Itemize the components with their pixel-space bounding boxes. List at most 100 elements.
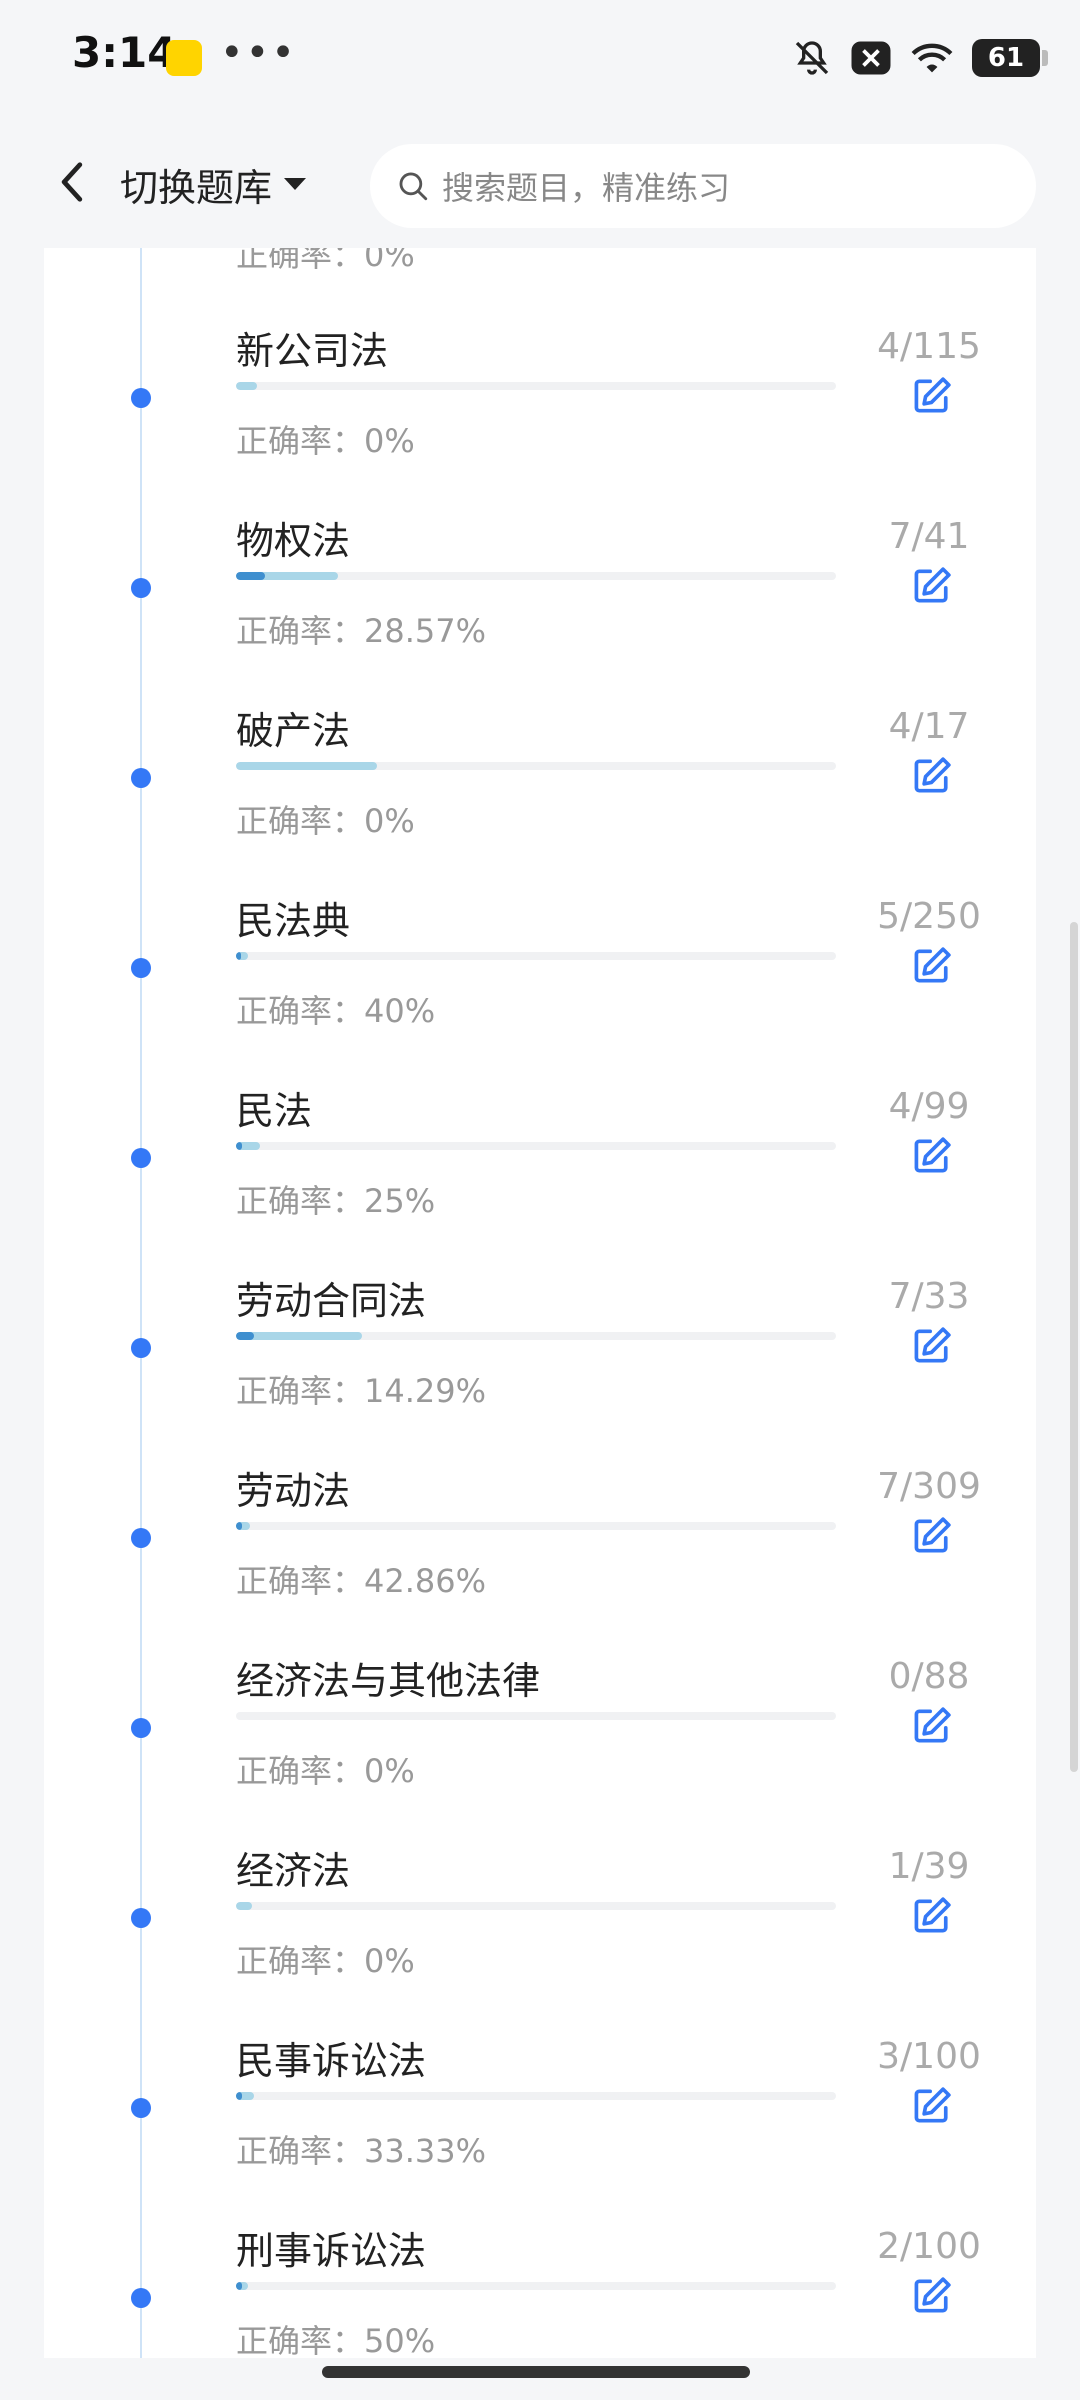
chapter-title: 物权法: [236, 519, 351, 563]
accuracy-label: 正确率：0%: [236, 1752, 415, 1790]
progress-bar: [236, 1902, 836, 1910]
edit-icon[interactable]: [910, 944, 954, 988]
progress-count: 7/33: [888, 1276, 970, 1317]
progress-bar: [236, 572, 836, 580]
progress-bar: [236, 952, 836, 960]
caret-down-icon: [284, 178, 307, 190]
edit-icon[interactable]: [910, 1324, 954, 1368]
search-placeholder: 搜索题目，精准练习: [442, 169, 731, 207]
accuracy-label: 正确率：33.33%: [236, 2132, 487, 2170]
app-notification-icon: [166, 40, 202, 76]
top-bar: 切换题库 搜索题目，精准练习: [0, 120, 1080, 248]
status-time: 3:14: [72, 28, 177, 77]
timeline-dot: [131, 1718, 151, 1738]
list-item[interactable]: 劳动合同法正确率：14.29% 7/33: [44, 1270, 1036, 1460]
accuracy-fill: [236, 2282, 242, 2290]
timeline-dot: [131, 1338, 151, 1358]
list-item[interactable]: 民法 正确率：25% 4/99: [44, 1080, 1036, 1270]
edit-icon[interactable]: [910, 564, 954, 608]
notification-off-icon: [795, 41, 829, 75]
progress-bar: [236, 1712, 836, 1720]
edit-icon[interactable]: [910, 1704, 954, 1748]
switch-question-bank-label: 切换题库: [120, 165, 273, 210]
more-notifications-icon: •••: [220, 30, 297, 76]
accuracy-label: 正确率：14.29%: [236, 1372, 487, 1410]
close-box-icon: [851, 41, 891, 75]
progress-fill: [236, 762, 377, 770]
timeline-dot: [131, 1148, 151, 1168]
list-item[interactable]: 破产法 正确率：0% 4/17: [44, 700, 1036, 890]
timeline-dot: [131, 388, 151, 408]
chapter-list: 正确率：0% 新公司法正确率：0% 4/115 物权法正确率：28.57% 7/41 破…: [44, 248, 1036, 2358]
edit-icon[interactable]: [910, 754, 954, 798]
accuracy-label: 正确率：0%: [236, 1942, 415, 1980]
timeline-dot: [131, 2288, 151, 2308]
chapter-title: 劳动法: [236, 1469, 351, 1513]
progress-bar: [236, 382, 836, 390]
chapter-title: 民事诉讼法: [236, 2039, 427, 2083]
chevron-left-icon: [61, 162, 83, 202]
progress-bar: [236, 1142, 836, 1150]
chapter-title: 经济法: [236, 1849, 351, 1893]
chapter-title: 新公司法: [236, 329, 389, 373]
edit-icon[interactable]: [910, 1514, 954, 1558]
accuracy-label: 正确率：28.57%: [236, 612, 487, 650]
chapter-title: 民法: [236, 1089, 313, 1133]
progress-count: 4/99: [888, 1086, 970, 1127]
progress-count: 7/41: [888, 516, 970, 557]
edit-icon[interactable]: [910, 1894, 954, 1938]
timeline-dot: [131, 2098, 151, 2118]
chapter-title: 民法典: [236, 899, 351, 943]
edit-icon[interactable]: [910, 374, 954, 418]
back-button[interactable]: [40, 150, 104, 214]
timeline-dot: [131, 1908, 151, 1928]
progress-bar: [236, 1332, 836, 1340]
progress-bar: [236, 1522, 836, 1530]
scrollbar[interactable]: [1070, 922, 1078, 1772]
edit-icon[interactable]: [910, 2274, 954, 2318]
accuracy-label: 正确率：50%: [236, 2322, 436, 2358]
accuracy-label: 正确率：0%: [236, 422, 415, 460]
progress-fill: [236, 382, 257, 390]
accuracy-fill: [236, 952, 241, 960]
edit-icon[interactable]: [910, 1134, 954, 1178]
progress-count: 4/115: [877, 326, 981, 367]
list-item[interactable]: 刑事诉讼法正确率：50% 2/100: [44, 2220, 1036, 2358]
list-item[interactable]: 民事诉讼法正确率：33.33% 3/100: [44, 2030, 1036, 2220]
chapter-title: 经济法与其他法律: [236, 1659, 541, 1703]
progress-count: 0/88: [888, 1656, 970, 1697]
accuracy-fill: [236, 1142, 242, 1150]
edit-icon[interactable]: [910, 2084, 954, 2128]
chapter-title: 破产法: [236, 709, 351, 753]
timeline-dot: [131, 958, 151, 978]
progress-count: 2/100: [877, 2226, 981, 2267]
chapter-title: 刑事诉讼法: [236, 2229, 427, 2273]
list-item[interactable]: 经济法与其他法律正确率：0% 0/88: [44, 1650, 1036, 1840]
progress-bar: [236, 2092, 836, 2100]
progress-count: 7/309: [877, 1466, 981, 1507]
progress-count: 1/39: [888, 1846, 970, 1887]
list-item[interactable]: 物权法正确率：28.57% 7/41: [44, 510, 1036, 700]
timeline-dot: [131, 578, 151, 598]
accuracy-label: 正确率：0%: [236, 802, 415, 840]
switch-question-bank-button[interactable]: 切换题库: [120, 156, 308, 212]
accuracy-fill: [236, 572, 266, 580]
progress-fill: [236, 1332, 362, 1340]
list-item[interactable]: 劳动法 正确率：42.86% 7/309: [44, 1460, 1036, 1650]
accuracy-fill: [236, 2092, 242, 2100]
timeline-dot: [131, 1528, 151, 1548]
progress-fill: [236, 1902, 252, 1910]
progress-count: 5/250: [877, 896, 981, 937]
list-item[interactable]: 民法典正确率：40% 5/250: [44, 890, 1036, 1080]
home-indicator[interactable]: [322, 2366, 750, 2378]
search-input[interactable]: 搜索题目，精准练习: [370, 144, 1036, 228]
progress-count: 3/100: [877, 2036, 981, 2077]
list-item[interactable]: 经济法正确率：0% 1/39: [44, 1840, 1036, 2030]
status-icons: 61: [792, 36, 1048, 80]
status-bar: 3:14 ••• 61: [0, 0, 1080, 120]
progress-bar: [236, 762, 836, 770]
wifi-icon: [911, 43, 953, 73]
list-item[interactable]: 新公司法正确率：0% 4/115: [44, 320, 1036, 510]
accuracy-label: 正确率：40%: [236, 992, 436, 1030]
chapter-title: 劳动合同法: [236, 1279, 427, 1323]
